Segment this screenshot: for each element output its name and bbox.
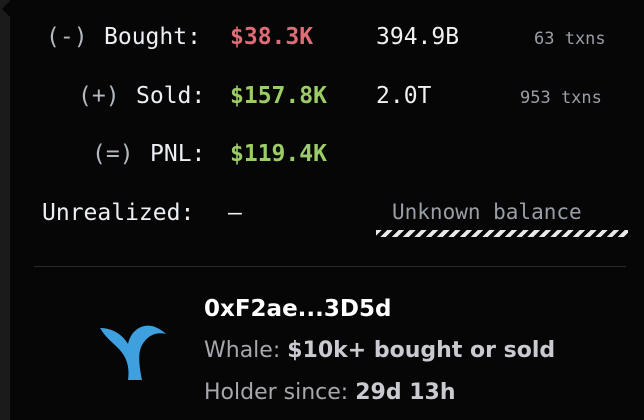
holder-prefix: Holder since: [204,380,356,405]
wallet-address[interactable]: 0xF2ae...3D5d [204,296,391,322]
unknown-balance-note: Unknown balance [392,200,582,224]
sold-value: $157.8K [230,83,327,109]
divider [34,266,626,267]
sold-txns: 953 txns [520,88,602,108]
pnl-value: $119.4K [230,141,327,167]
minus-symbol: (-) [46,24,88,50]
holder-info: Holder since: 29d 13h [204,380,456,405]
unrealized-label: Unrealized: [42,200,195,226]
sold-label: Sold: [136,83,206,109]
holder-value: 29d 13h [355,380,456,405]
whale-prefix: Whale: [204,338,288,363]
pnl-row: (=) PNL: $119.4K [10,141,644,181]
bought-value: $38.3K [230,24,314,50]
equals-symbol: (=) [92,141,134,167]
whale-text: $10k+ bought or sold [287,338,556,363]
whale-info: Whale: $10k+ bought or sold [204,338,555,363]
unknown-balance-hatch [376,230,628,237]
pnl-label: PNL: [150,141,206,167]
unrealized-value: – [228,200,242,226]
wallet-summary-popover: (-) Bought: $38.3K 394.9B 63 txns (+) So… [10,0,644,420]
plus-symbol: (+) [78,83,120,109]
bought-quantity: 394.9B [376,24,460,50]
sold-row: (+) Sold: $157.8K 2.0T 953 txns [10,83,644,123]
sold-quantity: 2.0T [376,83,432,109]
bought-row: (-) Bought: $38.3K 394.9B 63 txns [10,24,644,64]
bought-txns: 63 txns [534,29,606,49]
bought-label: Bought: [104,24,201,50]
whale-tail-icon [100,325,166,380]
